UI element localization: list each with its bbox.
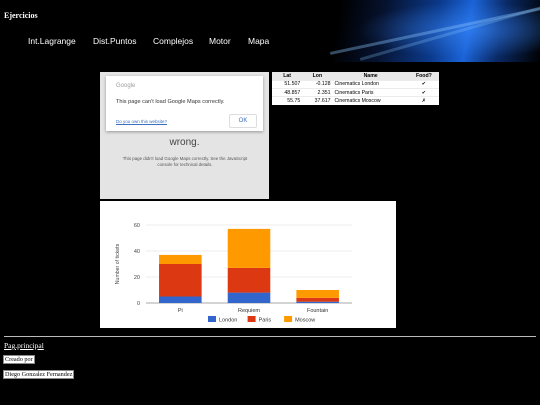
home-link[interactable]: Pag.principal bbox=[4, 341, 44, 350]
cell-name: Cinematics Moscow bbox=[332, 96, 409, 106]
legend-swatch bbox=[247, 316, 256, 322]
created-by-label: Creado por bbox=[3, 355, 35, 364]
x-tick-label: Requiem bbox=[238, 308, 260, 314]
y-tick-label: 40 bbox=[134, 249, 140, 255]
map-panel: wrong. This page didn't load Google Maps… bbox=[100, 72, 269, 199]
x-tick-label: Pi bbox=[178, 308, 183, 314]
y-tick-label: 20 bbox=[134, 275, 140, 281]
cell-lat: 48.857 bbox=[272, 87, 303, 97]
table-row[interactable]: 55.75 37.617 Cinematics Moscow ✗ bbox=[272, 96, 439, 106]
banner-decoration bbox=[359, 2, 540, 61]
own-website-link[interactable]: Do you own this website? bbox=[116, 119, 167, 124]
header-banner: Ejercicios Int.Lagrange Dist.Puntos Comp… bbox=[0, 0, 540, 62]
cell-name: Cinematics Paris bbox=[332, 87, 409, 97]
map-error-dialog: Google This page can't load Google Maps … bbox=[106, 76, 263, 131]
y-tick-label: 60 bbox=[134, 223, 140, 229]
legend-label: Moscow bbox=[295, 318, 315, 324]
bar-moscow[interactable] bbox=[227, 228, 271, 268]
footer-divider bbox=[4, 336, 536, 337]
column-header-lon[interactable]: Lon bbox=[302, 72, 333, 80]
table-row[interactable]: 48.857 2.351 Cinematics Paris ✔ bbox=[272, 87, 439, 97]
check-icon: ✔ bbox=[408, 87, 439, 97]
column-header-lat[interactable]: Lat bbox=[272, 72, 303, 80]
author-name: Diego Gonzalez Fernandez bbox=[3, 370, 75, 379]
tickets-chart: 0 20 40 60 Number of tickets Pi Requiem Fountai… bbox=[100, 201, 396, 328]
map-error-heading: wrong. bbox=[169, 137, 200, 148]
nav-item-dist-puntos[interactable]: Dist.Puntos bbox=[93, 36, 136, 46]
banner-decoration bbox=[329, 6, 540, 55]
chart-canvas: 0 20 40 60 Number of tickets Pi Requiem Fountai… bbox=[115, 223, 352, 324]
bar-paris[interactable] bbox=[296, 297, 339, 302]
nav-item-complejos[interactable]: Complejos bbox=[153, 36, 193, 46]
bar-paris[interactable] bbox=[227, 267, 271, 293]
cell-lat: 55.75 bbox=[272, 96, 303, 106]
table-row[interactable]: 51.507 -0.128 Cinematics London ✔ bbox=[272, 79, 439, 89]
table-header-row: Lat Lon Name Food? bbox=[272, 72, 439, 80]
site-title: Ejercicios bbox=[4, 11, 38, 20]
bar-moscow[interactable] bbox=[159, 254, 202, 264]
cinemas-table: Lat Lon Name Food? 51.507 -0.128 Cinemat… bbox=[272, 72, 439, 106]
column-header-name[interactable]: Name bbox=[332, 72, 409, 80]
y-axis-title: Number of tickets bbox=[115, 243, 121, 284]
nav-item-lagrange[interactable]: Int.Lagrange bbox=[28, 36, 76, 46]
google-logo: Google bbox=[116, 83, 136, 89]
cross-icon: ✗ bbox=[408, 96, 439, 106]
cell-lon: 37.617 bbox=[302, 96, 333, 106]
bar-london[interactable] bbox=[159, 296, 202, 304]
legend-label: Paris bbox=[259, 318, 272, 324]
legend-swatch bbox=[208, 316, 216, 322]
cell-lon: -0.128 bbox=[302, 79, 333, 89]
cell-name: Cinematics London bbox=[332, 79, 409, 89]
cell-lon: 2.351 bbox=[302, 87, 333, 97]
y-tick-label: 0 bbox=[137, 301, 140, 307]
nav-item-motor[interactable]: Motor bbox=[209, 36, 231, 46]
bar-london[interactable] bbox=[227, 292, 271, 303]
column-header-food[interactable]: Food? bbox=[408, 72, 439, 80]
bar-moscow[interactable] bbox=[296, 290, 339, 298]
bar-paris[interactable] bbox=[159, 264, 202, 297]
legend-label: London bbox=[219, 318, 237, 324]
legend-swatch bbox=[284, 316, 293, 322]
bar-london[interactable] bbox=[296, 301, 339, 303]
ok-button[interactable]: OK bbox=[229, 114, 257, 128]
x-tick-label: Fountain bbox=[307, 308, 328, 314]
map-error-details: This page didn't load Google Maps correc… bbox=[122, 156, 248, 167]
cell-lat: 51.507 bbox=[272, 79, 303, 89]
map-error-message: This page can't load Google Maps correct… bbox=[116, 99, 225, 105]
check-icon: ✔ bbox=[408, 79, 439, 89]
nav-item-mapa[interactable]: Mapa bbox=[248, 36, 269, 46]
